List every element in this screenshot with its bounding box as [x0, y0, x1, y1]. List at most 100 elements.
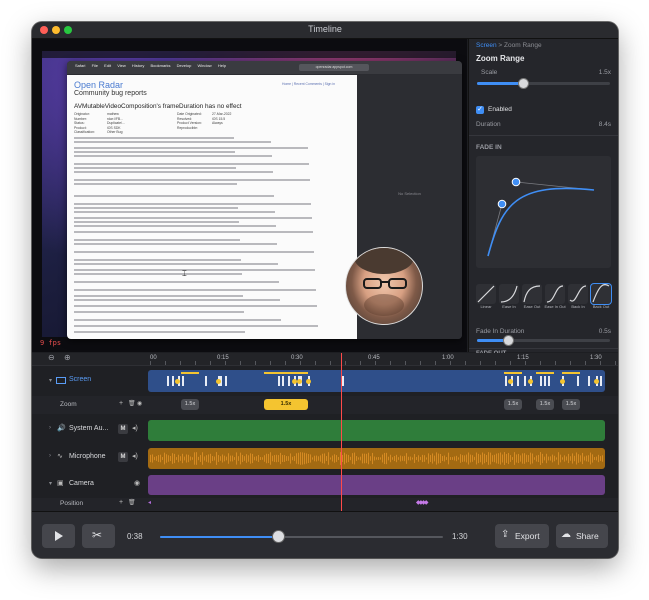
ruler-tick: [540, 361, 541, 365]
zoom-range-chip[interactable]: 1.5x: [562, 399, 580, 410]
ruler-tick: [420, 361, 421, 365]
waveform-bar: [362, 453, 363, 464]
waveform-bar: [364, 453, 365, 464]
fade-in-duration-thumb[interactable]: [504, 336, 514, 345]
waveform-bar: [490, 452, 491, 465]
body-text-line: [74, 155, 272, 157]
waveform-bar: [602, 455, 603, 462]
easing-preset-2[interactable]: [522, 284, 542, 304]
waveform-bar: [256, 456, 257, 461]
waveform-bar: [488, 452, 489, 465]
waveform-bar: [422, 454, 423, 463]
keyframe-group[interactable]: ◆◆◆◆: [416, 499, 429, 506]
body-text-line: [74, 305, 317, 307]
add-icon[interactable]: +: [119, 499, 123, 506]
zoom-marker: [306, 379, 311, 384]
play-button[interactable]: [42, 524, 75, 548]
waveform-bar: [384, 452, 385, 465]
camera-overlay[interactable]: [345, 247, 423, 325]
waveform-bar: [374, 456, 375, 461]
eye-icon[interactable]: ◉: [137, 400, 142, 407]
easing-preset-3[interactable]: [545, 284, 565, 304]
zoom-out-icon[interactable]: ⊖: [48, 353, 55, 362]
easing-curve-icon: [477, 285, 495, 303]
waveform-bar: [380, 457, 381, 460]
system-audio-clip[interactable]: [148, 420, 605, 441]
click-marker: [167, 376, 169, 386]
waveform-bar: [394, 455, 395, 462]
easing-preset-1[interactable]: [499, 284, 519, 304]
time-ruler[interactable]: ⊖ ⊕ 00 0:15 0:30 0:45 1:00 1:15 1:30: [32, 353, 618, 366]
enabled-checkbox[interactable]: ✓: [476, 106, 484, 114]
waveform-bar: [592, 454, 593, 463]
waveform-bar: [448, 452, 449, 465]
body-text-line: [74, 151, 235, 153]
export-button[interactable]: ⇪ Export: [495, 524, 549, 548]
breadcrumb-current: Zoom Range: [504, 42, 542, 49]
split-button[interactable]: ✂: [82, 524, 115, 548]
waveform-bar: [512, 457, 513, 460]
fade-curve-editor[interactable]: [476, 156, 611, 268]
waveform-bar: [202, 452, 203, 465]
breadcrumb-screen-link[interactable]: Screen: [476, 42, 497, 49]
body-text-line: [74, 251, 314, 253]
zoom-in-icon[interactable]: ⊕: [64, 353, 71, 362]
scale-slider-thumb[interactable]: [519, 79, 529, 88]
easing-preset-0[interactable]: [476, 284, 496, 304]
zoom-range-chip[interactable]: 1.5x: [504, 399, 522, 410]
waveform-bar: [264, 455, 265, 462]
beard-shape: [364, 294, 404, 316]
waveform-bar: [402, 456, 403, 461]
hair-shape: [354, 248, 414, 274]
waveform-bar: [436, 452, 437, 465]
eye-icon[interactable]: ◉: [134, 479, 140, 487]
waveform-bar: [178, 454, 179, 463]
mute-button[interactable]: M: [118, 452, 128, 462]
waveform-bar: [268, 453, 269, 464]
click-marker: [278, 376, 280, 386]
waveform-bar: [594, 457, 595, 460]
mac-menubar: [42, 51, 456, 58]
keyframe-icon[interactable]: ◂: [148, 499, 151, 506]
easing-preset-5[interactable]: [591, 283, 611, 304]
chevron-down-icon[interactable]: ▾: [49, 480, 52, 487]
chevron-down-icon[interactable]: ▾: [49, 377, 52, 384]
waveform-bar: [442, 456, 443, 461]
trash-icon[interactable]: 🗑: [128, 400, 136, 407]
zoom-range-chip[interactable]: 1.5x: [536, 399, 554, 410]
zoom-range-chip-selected[interactable]: 1.5x: [264, 399, 308, 410]
recording-preview[interactable]: Safari File Edit View History Bookmarks …: [32, 39, 467, 352]
volume-icon[interactable]: ◂): [132, 424, 138, 432]
waveform-bar: [526, 454, 527, 463]
waveform-bar: [504, 452, 505, 465]
system-audio-label: System Au...: [69, 425, 109, 432]
waveform-bar: [152, 454, 153, 463]
mute-button[interactable]: M: [118, 424, 128, 434]
add-icon[interactable]: +: [119, 400, 123, 407]
chevron-right-icon[interactable]: ›: [49, 453, 51, 459]
waveform-bar: [452, 457, 453, 460]
click-marker: [182, 376, 184, 386]
menu-item: History: [131, 63, 145, 68]
body-text-line: [74, 273, 242, 275]
zoom-range-chip[interactable]: 1.5x: [181, 399, 199, 410]
camera-clip[interactable]: [148, 475, 605, 495]
ruler-tick: [435, 361, 436, 365]
control-point-2[interactable]: [511, 177, 521, 187]
browser-menu-list: Safari File Edit View History Bookmarks …: [75, 63, 231, 68]
body-text-line: [74, 195, 274, 197]
share-button[interactable]: ☁ Share: [556, 524, 608, 548]
scrubber-thumb[interactable]: [273, 531, 285, 542]
trash-icon[interactable]: 🗑: [128, 499, 136, 506]
waveform-bar: [294, 456, 295, 461]
chevron-right-icon[interactable]: ›: [49, 425, 51, 431]
volume-icon[interactable]: ◂): [132, 452, 138, 460]
ruler-tick: [315, 361, 316, 365]
ruler-tick: [615, 361, 616, 365]
playhead[interactable]: [341, 353, 342, 511]
waveform-bar: [348, 454, 349, 463]
waveform-bar: [316, 455, 317, 462]
easing-preset-4[interactable]: [568, 284, 588, 304]
control-point-1[interactable]: [497, 199, 507, 209]
waveform-bar: [552, 454, 553, 463]
